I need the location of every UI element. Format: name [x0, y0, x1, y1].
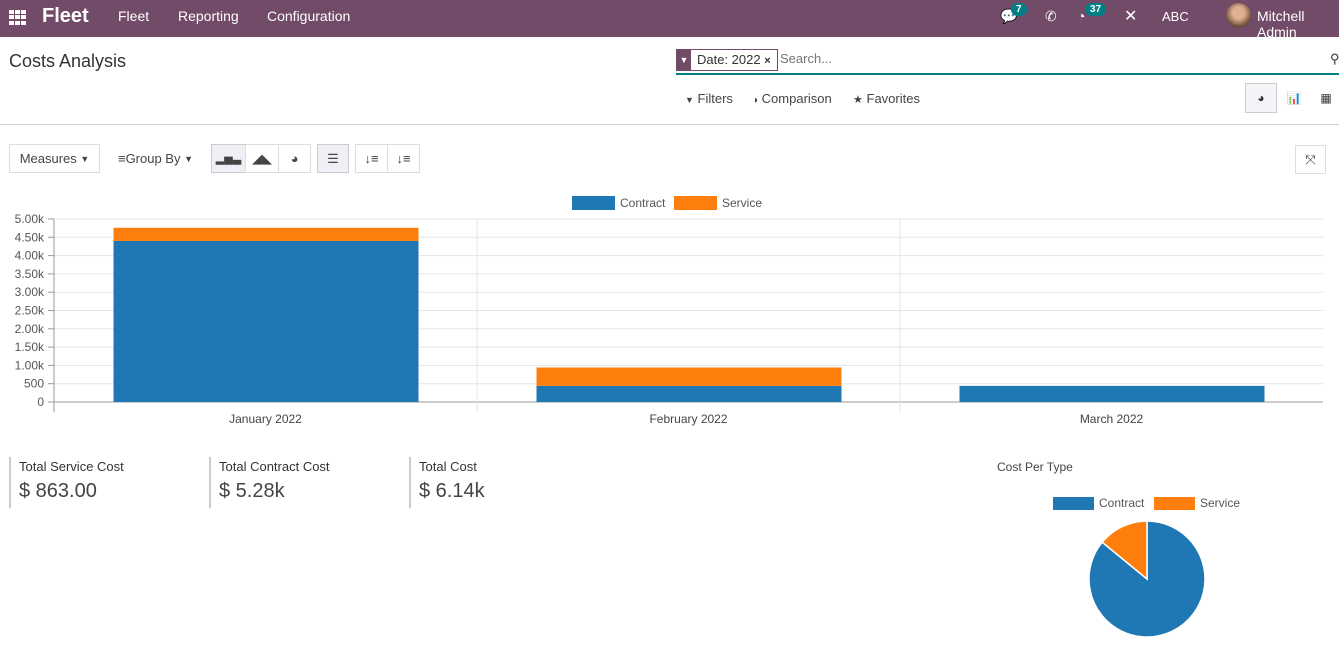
- bar-contract: [113, 240, 419, 402]
- y-tick-label: 3.50k: [15, 267, 45, 281]
- menu-fleet[interactable]: Fleet: [118, 8, 149, 24]
- legend-swatch: [674, 196, 717, 210]
- remove-facet-icon[interactable]: ×: [764, 55, 770, 67]
- group-by-dropdown[interactable]: ≡ Group By ▼: [108, 144, 203, 173]
- area-chart-icon: ◢◣: [252, 150, 272, 166]
- x-tick-label: March 2022: [1080, 412, 1144, 426]
- pie-legend-label: Service: [1200, 496, 1240, 510]
- pie-chart-button[interactable]: ◕: [278, 144, 311, 173]
- pivot-view-button[interactable]: ▦: [1310, 83, 1339, 113]
- filter-icon: ▼: [677, 50, 691, 70]
- top-navbar: Fleet Fleet Reporting Configuration 💬 7 …: [0, 0, 1339, 40]
- comparison-icon: ◑: [752, 95, 759, 106]
- list-icon: ≡: [117, 151, 126, 166]
- bar-service: [113, 227, 419, 241]
- fullscreen-button[interactable]: ⤧: [1295, 145, 1326, 174]
- caret-down-icon: ▼: [184, 153, 194, 164]
- page-title: Costs Analysis: [9, 51, 127, 71]
- dashboard-icon: ◕: [1257, 91, 1265, 105]
- bar-contract: [959, 385, 1265, 402]
- sort-ascending-button[interactable]: ↓≡: [387, 144, 420, 173]
- pie-legend-label: Contract: [1099, 496, 1145, 510]
- pie-legend-swatch: [1154, 497, 1195, 510]
- measures-dropdown[interactable]: Measures ▼: [9, 144, 100, 173]
- y-tick-label: 1.50k: [15, 340, 45, 354]
- pie-chart-icon: ◕: [290, 151, 299, 166]
- bar-chart-icon: 📊: [1286, 91, 1302, 105]
- sort-asc-icon: ↓≡: [396, 151, 411, 166]
- apps-menu-icon[interactable]: [9, 10, 26, 25]
- tools-icon[interactable]: ✕: [1124, 6, 1137, 26]
- bar-service: [536, 367, 842, 386]
- search-facet: ▼ Date: 2022 ×: [676, 49, 778, 71]
- y-tick-label: 1.00k: [15, 358, 45, 372]
- facet-value: Date: 2022: [697, 52, 761, 67]
- search-icon[interactable]: ⚲: [1330, 51, 1339, 67]
- stacked-button[interactable]: ☰: [317, 144, 349, 173]
- phone-icon[interactable]: ✆: [1045, 8, 1057, 25]
- dashboard-view-button[interactable]: ◕: [1245, 83, 1277, 113]
- y-tick-label: 3.00k: [15, 285, 45, 299]
- legend-label: Contract: [620, 196, 666, 210]
- graph-view-button[interactable]: 📊: [1278, 83, 1310, 113]
- messages-badge: 7: [1011, 3, 1027, 16]
- pie-legend-swatch: [1053, 497, 1094, 510]
- star-icon: ★: [853, 94, 863, 106]
- y-tick-label: 2.50k: [15, 304, 45, 318]
- table-icon: ▦: [1320, 91, 1332, 105]
- menu-reporting[interactable]: Reporting: [178, 8, 239, 24]
- pie-chart: Contract Service: [1053, 496, 1240, 638]
- x-tick-label: January 2022: [229, 412, 302, 426]
- y-tick-label: 2.00k: [15, 322, 45, 336]
- divider: [0, 124, 1339, 125]
- company-switcher[interactable]: ABC: [1162, 9, 1189, 24]
- avatar[interactable]: [1226, 3, 1251, 28]
- y-tick-label: 4.00k: [15, 249, 45, 263]
- kpi-total-service-cost: Total Service Cost $ 863.00: [9, 457, 124, 508]
- y-tick-label: 5.00k: [15, 212, 45, 226]
- x-tick-label: February 2022: [649, 412, 727, 426]
- favorites-button[interactable]: ★ Favorites: [853, 91, 920, 106]
- line-chart-button[interactable]: ◢◣: [245, 144, 279, 173]
- database-icon: ☰: [327, 150, 339, 166]
- kpi-total-cost: Total Cost $ 6.14k: [409, 457, 485, 508]
- legend-label: Service: [722, 196, 762, 210]
- caret-down-icon: ▼: [80, 153, 90, 164]
- legend-swatch: [572, 196, 615, 210]
- bar-chart-icon: ▂▅▃: [215, 153, 242, 165]
- sort-descending-button[interactable]: ↓≡: [355, 144, 388, 173]
- menu-configuration[interactable]: Configuration: [267, 8, 350, 24]
- sort-desc-icon: ↓≡: [364, 151, 379, 166]
- app-brand[interactable]: Fleet: [42, 5, 89, 28]
- y-tick-label: 0: [37, 395, 44, 409]
- user-menu[interactable]: Mitchell Admin: [1257, 8, 1339, 40]
- bar-contract: [536, 385, 842, 402]
- expand-icon: ⤧: [1305, 151, 1316, 167]
- kpi-total-contract-cost: Total Contract Cost $ 5.28k: [209, 457, 330, 508]
- search-input[interactable]: [780, 51, 1300, 66]
- filter-icon: ▼: [685, 95, 694, 105]
- pie-title: Cost Per Type: [997, 460, 1073, 474]
- y-tick-label: 4.50k: [15, 230, 45, 244]
- search-underline: [676, 73, 1339, 75]
- activity-badge: 37: [1085, 3, 1107, 16]
- y-tick-label: 500: [24, 377, 44, 391]
- comparison-button[interactable]: ◑ Comparison: [752, 91, 832, 106]
- filters-button[interactable]: ▼ Filters: [685, 91, 733, 106]
- bar-chart-button[interactable]: ▂▅▃: [211, 144, 246, 173]
